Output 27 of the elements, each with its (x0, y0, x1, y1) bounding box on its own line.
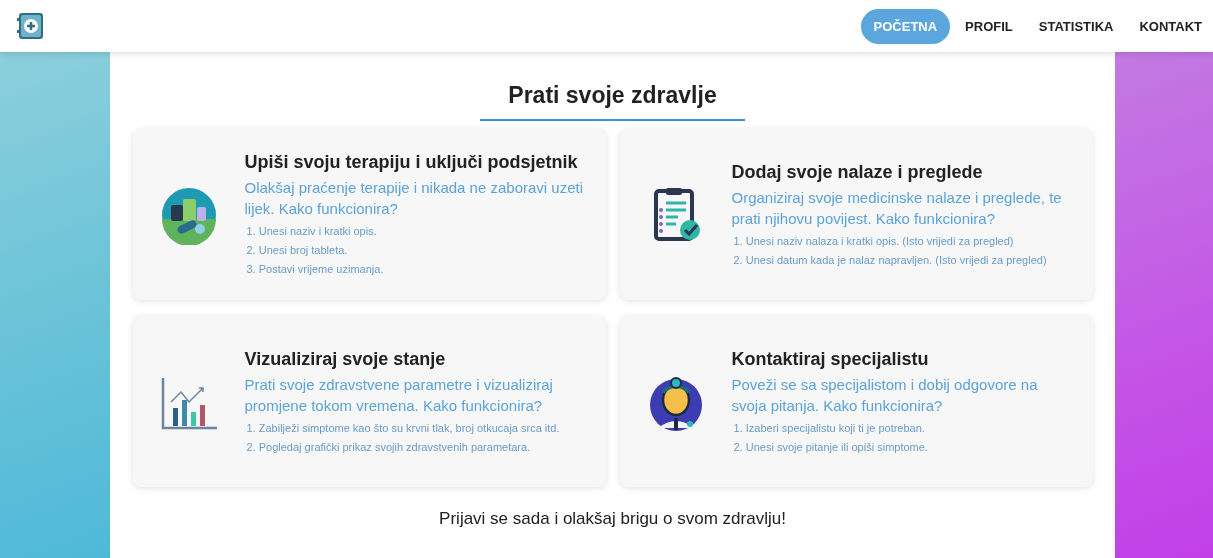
nav-link[interactable]: STATISTIKA (1027, 9, 1125, 43)
step-item: 3. Postavi vrijeme uzimanja. (246, 262, 385, 277)
step-item: 2. Unesi svoje pitanje ili opiši simptome. (733, 439, 929, 455)
card-title: Vizualiziraj svoje stanje (244, 348, 447, 370)
step-item: 1. Izaberi specijalistu koji ti je potreban. (733, 420, 926, 436)
card-title: Dodaj svoje nalaze i preglede (731, 161, 984, 183)
feature-card[interactable] (132, 316, 606, 487)
card-title: Upiši svoju terapiju i uključi podsjetnik (244, 152, 579, 173)
step-item: 2. Pogledaj grafički prikaz svojih zdravstvenih parametara. (246, 439, 532, 455)
logo-icon[interactable] (16, 11, 46, 41)
feature-card[interactable]: Kontaktiraj specijalistu Poveži se sa specijalistom i dobij odgovore na svoja pitanja. Kako funkcionira? 1. Izaberi specijalistu koji ti je potreban. 2. Unesi svoje pitanje ili opiši simptome. (619, 316, 1093, 487)
card-description: Prati svoje zdravstvene parametre i vizualiziraj promjene tokom vremena. Kako funkcionira? (244, 374, 554, 416)
card-description: Poveži se sa specijalistom i dobij odgovore na svoja pitanja. Kako funkcionira? (731, 374, 1039, 416)
feature-card[interactable] (619, 129, 1093, 300)
step-item: 1. Unesi naziv i kratki opis. (246, 224, 378, 239)
footer-text: Prijavi se sada i olakšaj brigu o svom zdravlju! (439, 509, 786, 529)
feature-card[interactable] (132, 129, 606, 300)
step-item: 1. Zabilježi simptome kao što su krvni tlak, broj otkucaja srca itd. (246, 420, 561, 436)
nav-link[interactable]: PROFIL (954, 9, 1024, 43)
card-description: Olakšaj praćenje terapije i nikada ne zaboravi uzeti lijek. Kako funkcionira? (244, 178, 585, 219)
step-item: 2. Unesi datum kada je nalaz napravljen. (Isto vrijedi za pregled) (733, 252, 1048, 268)
step-item: 1. Unesi naziv nalaza i kratki opis. (Isto vrijedi za pregled) (733, 233, 1015, 249)
nav-link[interactable]: KONTAKT (1128, 9, 1213, 43)
page-title: Prati svoje zdravlje (480, 82, 745, 121)
card-title: Kontaktiraj specijalistu (731, 348, 930, 370)
step-item: 2. Unesi broj tableta. (246, 243, 349, 258)
card-description: Organiziraj svoje medicinske nalaze i preglede, te prati njihovu povijest. Kako funkcionira? (731, 187, 1063, 229)
